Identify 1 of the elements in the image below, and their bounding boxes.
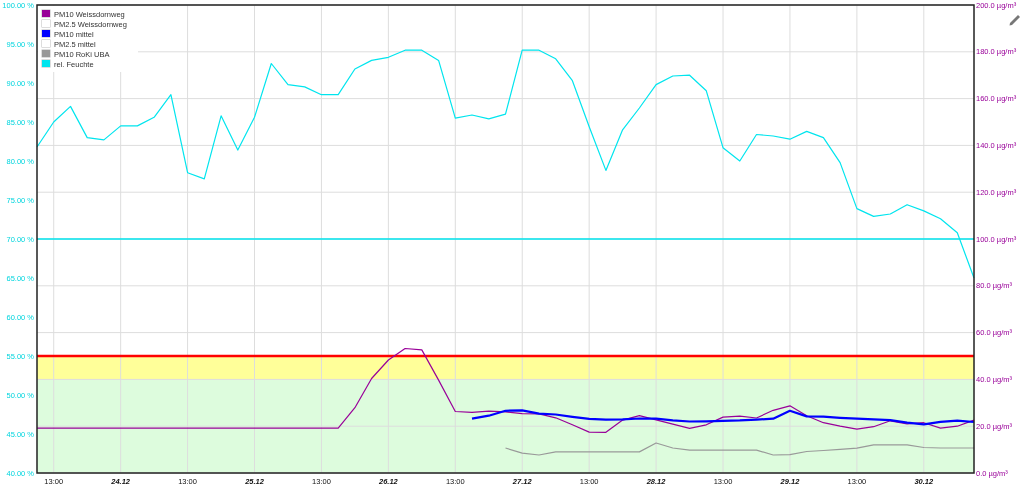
pencil-icon[interactable] — [1009, 15, 1020, 26]
